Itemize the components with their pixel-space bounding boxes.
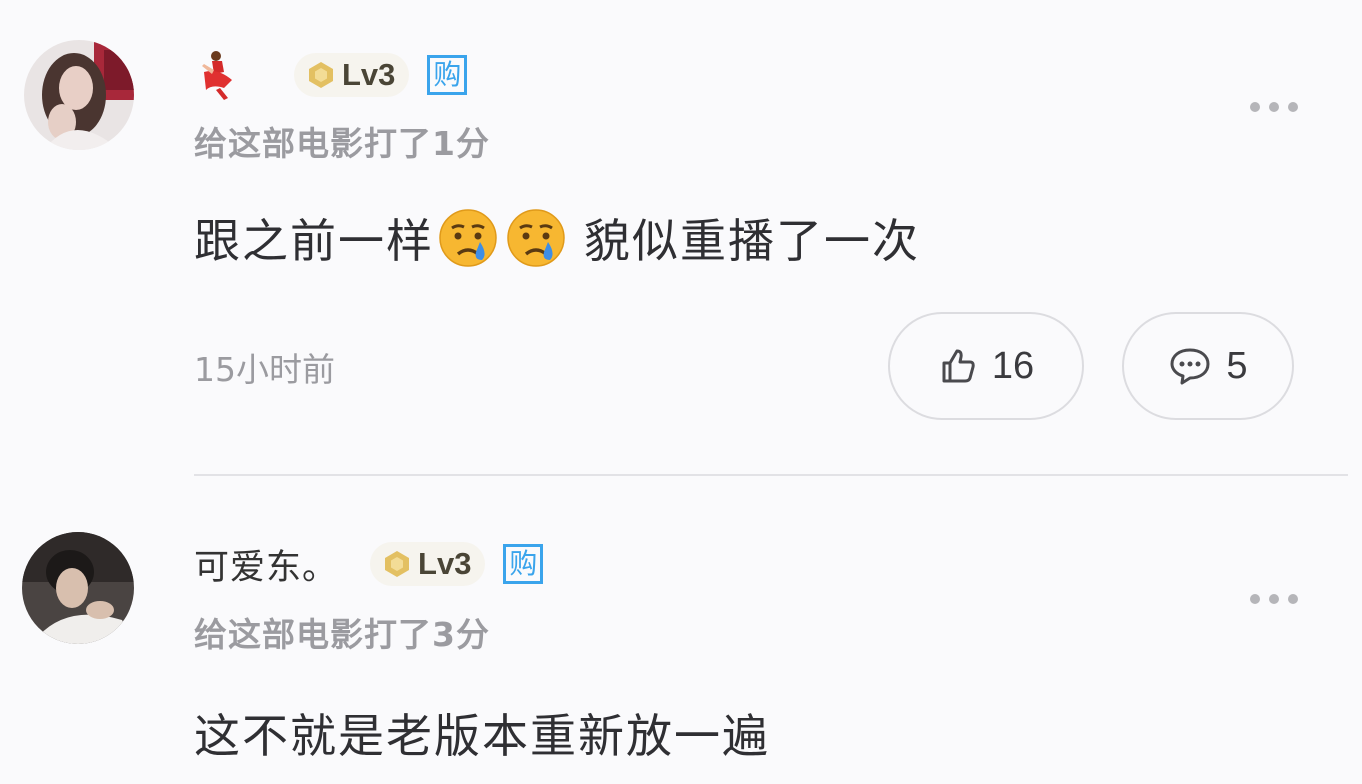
name-row: 可爱东。 Lv3 购 — [194, 539, 544, 590]
comment-content: 这不就是老版本重新放一遍 — [194, 700, 770, 766]
comment-item: Lv3 购 给这部电影打了1分 跟之前一样 貌似重播了一次 15小时前 16 5 — [0, 0, 1362, 470]
avatar[interactable] — [24, 40, 134, 150]
level-badge: Lv3 — [294, 53, 410, 97]
dancer-emoji-icon — [194, 50, 240, 100]
level-badge: Lv3 — [370, 542, 486, 586]
buy-badge: 购 — [427, 55, 468, 95]
timestamp: 15小时前 — [194, 350, 335, 389]
rating-text: 给这部电影打了3分 — [194, 615, 490, 654]
username[interactable]: 可爱东。 — [194, 539, 338, 590]
more-options-icon[interactable] — [1250, 100, 1298, 114]
reply-count: 5 — [1226, 344, 1248, 387]
thumbs-up-icon — [942, 349, 975, 383]
buy-badge: 购 — [503, 544, 544, 584]
comment-content: 跟之前一样 貌似重播了一次 — [194, 205, 920, 271]
like-button[interactable]: 16 — [888, 312, 1084, 420]
crying-face-icon — [438, 208, 498, 268]
more-options-icon[interactable] — [1250, 592, 1298, 606]
name-row: Lv3 购 — [194, 50, 468, 100]
rating-text: 给这部电影打了1分 — [194, 124, 490, 163]
avatar[interactable] — [22, 532, 134, 644]
level-text: Lv3 — [342, 57, 396, 92]
comment-text-part: 这不就是老版本重新放一遍 — [194, 709, 770, 763]
like-count: 16 — [991, 344, 1035, 387]
comment-text-part: 貌似重播了一次 — [584, 214, 920, 268]
reply-button[interactable]: 5 — [1122, 312, 1294, 420]
crying-face-icon — [506, 208, 566, 268]
speech-bubble-icon — [1170, 348, 1210, 385]
comment-text-part: 跟之前一样 — [194, 214, 434, 268]
level-text: Lv3 — [418, 546, 472, 581]
comment-item: 可爱东。 Lv3 购 给这部电影打了3分 这不就是老版本重新放一遍 — [0, 476, 1362, 784]
hexagon-level-icon — [309, 62, 333, 88]
hexagon-level-icon — [385, 551, 410, 577]
